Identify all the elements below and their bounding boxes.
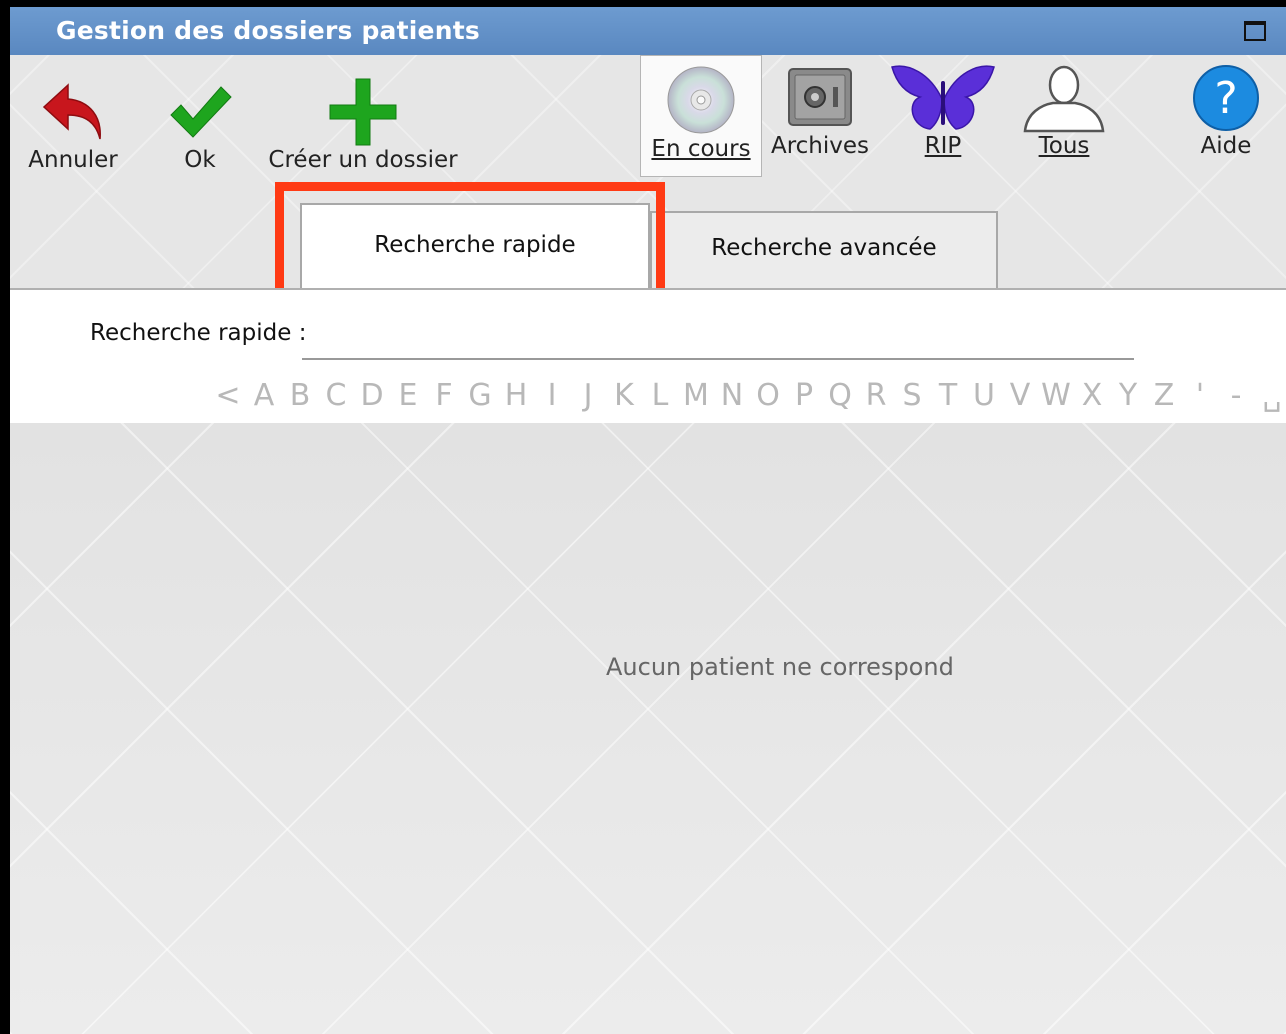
help-button[interactable]: ? Aide	[1186, 63, 1266, 159]
alpha-letter[interactable]: U	[966, 378, 1002, 418]
empty-results-message: Aucun patient ne correspond	[606, 653, 954, 681]
alpha-letter[interactable]: X	[1074, 378, 1110, 418]
alpha-space[interactable]: ␣	[1254, 378, 1286, 418]
alpha-letter[interactable]: T	[930, 378, 966, 418]
cancel-label: Annuler	[28, 147, 118, 173]
rip-label: RIP	[888, 133, 998, 159]
alpha-apostrophe[interactable]: '	[1182, 378, 1218, 418]
alpha-letter[interactable]: R	[858, 378, 894, 418]
title-bar: Gestion des dossiers patients	[10, 7, 1286, 55]
alpha-letter[interactable]: A	[246, 378, 282, 418]
alpha-letter[interactable]: M	[678, 378, 714, 418]
all-records-button[interactable]: Tous	[1014, 63, 1114, 159]
archives-button[interactable]: Archives	[770, 63, 870, 159]
alpha-letter[interactable]: N	[714, 378, 750, 418]
alpha-letter[interactable]: P	[786, 378, 822, 418]
alpha-letter[interactable]: L	[642, 378, 678, 418]
alpha-letter[interactable]: H	[498, 378, 534, 418]
svg-text:?: ?	[1214, 73, 1237, 124]
alpha-letter[interactable]: I	[534, 378, 570, 418]
window-title: Gestion des dossiers patients	[56, 16, 480, 45]
alpha-letter[interactable]: C	[318, 378, 354, 418]
safe-icon	[788, 68, 852, 126]
all-records-text: Tous	[1038, 133, 1090, 159]
quick-search-panel: Recherche rapide : < A B C D E F G H I J…	[10, 288, 1286, 425]
cd-disc-icon	[667, 66, 735, 134]
toolbar: Annuler Ok Créer un dossier En cours Arc…	[10, 55, 1286, 291]
create-record-label: Créer un dossier	[268, 147, 458, 173]
quick-search-input[interactable]	[302, 320, 1134, 360]
undo-arrow-icon	[42, 83, 101, 140]
current-records-text: En cours	[651, 136, 751, 162]
create-record-button[interactable]: Créer un dossier	[268, 77, 458, 173]
checkmark-icon	[170, 86, 232, 138]
butterfly-icon	[891, 65, 995, 130]
plus-icon	[329, 78, 397, 146]
alpha-prev[interactable]: <	[210, 378, 246, 418]
alpha-letter[interactable]: J	[570, 378, 606, 418]
help-question-icon: ?	[1193, 65, 1259, 131]
rip-text: RIP	[924, 133, 962, 159]
rip-button[interactable]: RIP	[888, 63, 998, 159]
alpha-letter[interactable]: Y	[1110, 378, 1146, 418]
alpha-letter[interactable]: G	[462, 378, 498, 418]
quick-search-label: Recherche rapide :	[90, 320, 307, 346]
alpha-letter[interactable]: Z	[1146, 378, 1182, 418]
alpha-letter[interactable]: F	[426, 378, 462, 418]
alpha-letter[interactable]: B	[282, 378, 318, 418]
tab-quick-search-label: Recherche rapide	[374, 232, 576, 258]
tab-advanced-search[interactable]: Recherche avancée	[650, 211, 998, 291]
results-area: Aucun patient ne correspond	[10, 423, 1286, 1034]
tab-advanced-search-label: Recherche avancée	[711, 235, 937, 261]
tab-quick-search[interactable]: Recherche rapide	[300, 203, 650, 291]
archives-label: Archives	[770, 133, 870, 159]
alpha-hyphen[interactable]: -	[1218, 378, 1254, 418]
alpha-letter[interactable]: Q	[822, 378, 858, 418]
cancel-button[interactable]: Annuler	[28, 77, 118, 173]
help-label: Aide	[1200, 133, 1252, 159]
ok-label: Ok	[184, 147, 216, 173]
all-records-label: Tous	[1014, 133, 1114, 159]
ok-button[interactable]: Ok	[160, 77, 240, 173]
alpha-letter[interactable]: O	[750, 378, 786, 418]
alpha-letter[interactable]: K	[606, 378, 642, 418]
current-records-button[interactable]: En cours	[640, 55, 762, 177]
alpha-letter[interactable]: D	[354, 378, 390, 418]
alpha-letter[interactable]: W	[1038, 378, 1074, 418]
current-records-label: En cours	[641, 136, 761, 162]
alpha-letter[interactable]: E	[390, 378, 426, 418]
patient-records-window: Gestion des dossiers patients Annuler Ok…	[10, 7, 1286, 1034]
user-outline-icon	[1023, 65, 1105, 133]
alphabet-filter-bar: < A B C D E F G H I J K L M N O P Q R S …	[210, 378, 1286, 418]
alpha-letter[interactable]: V	[1002, 378, 1038, 418]
maximize-button[interactable]	[1244, 21, 1266, 41]
alpha-letter[interactable]: S	[894, 378, 930, 418]
